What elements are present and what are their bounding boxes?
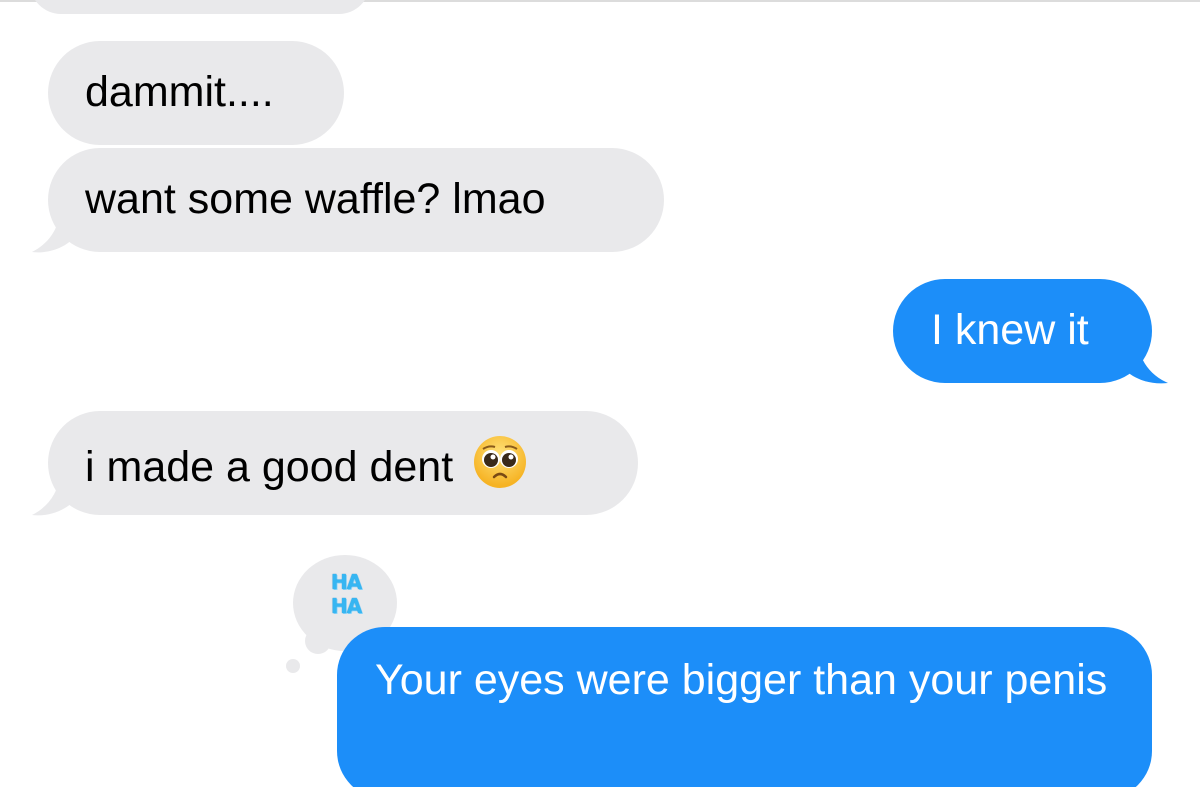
outgoing-message-bubble[interactable]: I knew it xyxy=(893,279,1152,383)
incoming-message-bubble[interactable]: dammit.... xyxy=(48,41,344,145)
haha-line-1: HA xyxy=(330,570,362,594)
tapback-reaction-dot-medium xyxy=(305,628,331,654)
message-text: i made a good dent xyxy=(85,443,454,491)
outgoing-bubble-tail xyxy=(1124,343,1168,384)
incoming-bubble-tail xyxy=(32,475,74,516)
message-text: dammit.... xyxy=(85,68,274,116)
pleading-face-emoji-icon xyxy=(474,436,527,488)
haha-reaction-icon: HA HA xyxy=(322,570,370,624)
incoming-bubble-tail xyxy=(32,212,74,253)
tapback-reaction-dot-small xyxy=(286,659,300,673)
cut-off-incoming-bubble[interactable] xyxy=(30,0,370,14)
outgoing-message-bubble[interactable]: Your eyes were bigger than your penis xyxy=(337,627,1152,787)
message-text: Your eyes were bigger than your penis xyxy=(375,656,1108,704)
messages-screen: dammit.... want some waffle? lmao I knew… xyxy=(0,0,1200,787)
message-text: I knew it xyxy=(931,306,1089,354)
incoming-message-bubble[interactable]: want some waffle? lmao xyxy=(48,148,664,252)
message-text: want some waffle? lmao xyxy=(85,175,546,223)
incoming-message-bubble[interactable]: i made a good dent xyxy=(48,411,638,515)
haha-line-2: HA xyxy=(330,594,362,618)
